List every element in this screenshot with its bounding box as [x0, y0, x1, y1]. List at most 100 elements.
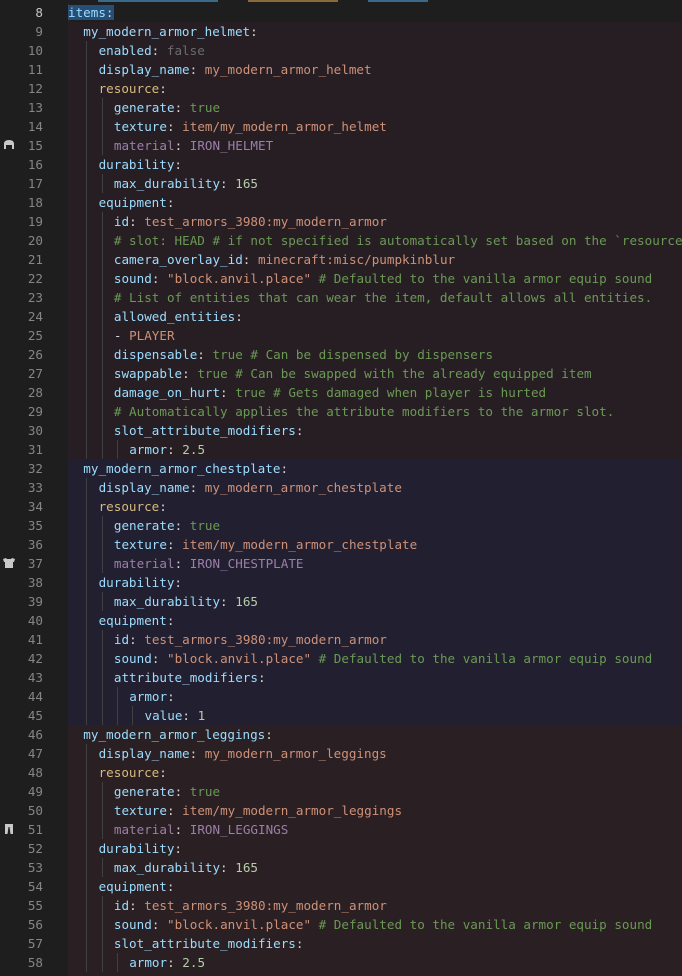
- gutter-line: 24: [0, 307, 68, 326]
- key-colon: :: [250, 24, 258, 39]
- code-line[interactable]: slot_attribute_modifiers:: [68, 421, 682, 440]
- code-line[interactable]: dispensable: true # Can be dispensed by …: [68, 345, 682, 364]
- gutter-line: 45: [0, 706, 68, 725]
- code-line[interactable]: slot_attribute_modifiers:: [68, 934, 682, 953]
- code-line[interactable]: max_durability: 165: [68, 174, 682, 193]
- yaml-key: material: [113, 556, 175, 571]
- code-line[interactable]: material: IRON_LEGGINGS: [68, 820, 682, 839]
- yaml-value: 1: [197, 708, 206, 723]
- line-content: my_modern_armor_helmet:: [83, 22, 257, 41]
- line-content: armor: 2.5: [129, 953, 205, 972]
- code-line[interactable]: items:: [68, 3, 682, 22]
- indent-guide: [86, 288, 88, 307]
- code-line[interactable]: texture: item/my_modern_armor_helmet: [68, 117, 682, 136]
- yaml-key: camera_overlay_id: [113, 252, 243, 267]
- gutter-line: 38: [0, 573, 68, 592]
- line-content: camera_overlay_id: minecraft:misc/pumpki…: [114, 250, 455, 269]
- code-line[interactable]: allowed_entities:: [68, 307, 682, 326]
- indent-guide: [86, 668, 88, 687]
- code-line[interactable]: damage_on_hurt: true # Gets damaged when…: [68, 383, 682, 402]
- code-line[interactable]: generate: true: [68, 782, 682, 801]
- indent-guide: [101, 706, 103, 725]
- code-line[interactable]: material: IRON_HELMET: [68, 136, 682, 155]
- code-line[interactable]: # Automatically applies the attribute mo…: [68, 402, 682, 421]
- code-line[interactable]: id: test_armors_3980:my_modern_armor: [68, 630, 682, 649]
- indent-guide: [86, 117, 88, 136]
- code-line[interactable]: durability:: [68, 573, 682, 592]
- code-line[interactable]: durability:: [68, 839, 682, 858]
- yaml-key: id: [113, 632, 130, 647]
- code-line[interactable]: # slot: HEAD # if not specified is autom…: [68, 231, 682, 250]
- line-number: 10: [27, 43, 43, 58]
- code-line[interactable]: equipment:: [68, 877, 682, 896]
- indent-guide: [101, 136, 103, 155]
- indent-guide: [101, 649, 103, 668]
- code-line[interactable]: equipment:: [68, 193, 682, 212]
- indent-guide: [86, 896, 88, 915]
- inline-comment: # Can be dispensed by dispensers: [242, 347, 494, 362]
- line-number: 19: [27, 214, 43, 229]
- code-line[interactable]: sound: "block.anvil.place" # Defaulted t…: [68, 649, 682, 668]
- yaml-key: resource: [98, 499, 160, 514]
- code-line[interactable]: max_durability: 165: [68, 858, 682, 877]
- code-line[interactable]: texture: item/my_modern_armor_chestplate: [68, 535, 682, 554]
- indent-guide: [101, 421, 103, 440]
- line-content: sound: "block.anvil.place" # Defaulted t…: [114, 649, 652, 668]
- line-content: items:: [68, 3, 114, 22]
- code-line[interactable]: # List of entities that can wear the ite…: [68, 288, 682, 307]
- line-number-gutter: 8 9 10 11 12 13 14 15 16 17 18 19 20 21 22 23 24 25 26 27 28…: [0, 3, 68, 976]
- inline-comment: # Defaulted to the vanilla armor equip s…: [311, 651, 653, 666]
- indent-guide: [86, 953, 88, 972]
- code-line[interactable]: attribute_modifiers:: [68, 668, 682, 687]
- indent-guide: [86, 364, 88, 383]
- code-line[interactable]: - PLAYER: [68, 326, 682, 345]
- indent-guide: [101, 858, 103, 877]
- code-line[interactable]: generate: true: [68, 98, 682, 117]
- indent-guide: [86, 839, 88, 858]
- code-line[interactable]: display_name: my_modern_armor_chestplate: [68, 478, 682, 497]
- code-editor[interactable]: 8 9 10 11 12 13 14 15 16 17 18 19 20 21 22 23 24 25 26 27 28…: [0, 0, 682, 976]
- code-line[interactable]: texture: item/my_modern_armor_leggings: [68, 801, 682, 820]
- code-line[interactable]: enabled: false: [68, 41, 682, 60]
- code-line[interactable]: resource:: [68, 763, 682, 782]
- code-line[interactable]: armor:: [68, 687, 682, 706]
- code-line[interactable]: resource:: [68, 497, 682, 516]
- code-line[interactable]: my_modern_armor_chestplate:: [68, 459, 682, 478]
- code-line[interactable]: sound: "block.anvil.place" # Defaulted t…: [68, 915, 682, 934]
- key-colon: :: [174, 157, 183, 172]
- code-line[interactable]: display_name: my_modern_armor_helmet: [68, 60, 682, 79]
- code-line[interactable]: camera_overlay_id: minecraft:misc/pumpki…: [68, 250, 682, 269]
- key-colon: :: [159, 499, 167, 514]
- code-line[interactable]: swappable: true # Can be swapped with th…: [68, 364, 682, 383]
- key-colon: :: [280, 461, 289, 476]
- code-line[interactable]: max_durability: 165: [68, 592, 682, 611]
- code-line[interactable]: id: test_armors_3980:my_modern_armor: [68, 896, 682, 915]
- yaml-key: swappable: [113, 366, 183, 381]
- code-line[interactable]: durability:: [68, 155, 682, 174]
- code-line[interactable]: armor: 2.5: [68, 440, 682, 459]
- code-line[interactable]: my_modern_armor_helmet:: [68, 22, 682, 41]
- indent-guide: [116, 440, 118, 459]
- code-line[interactable]: resource:: [68, 79, 682, 98]
- key-colon: :: [166, 119, 175, 134]
- indent-guide: [101, 174, 103, 193]
- code-area[interactable]: items: my_modern_armor_helmet: enabled: fa…: [68, 3, 682, 976]
- line-number: 43: [27, 670, 43, 685]
- yaml-key: my_modern_armor_chestplate: [83, 461, 281, 476]
- indent-guide: [101, 801, 103, 820]
- code-line[interactable]: my_modern_armor_leggings:: [68, 725, 682, 744]
- line-content: allowed_entities:: [114, 307, 243, 326]
- code-line[interactable]: value: 1: [68, 706, 682, 725]
- code-line[interactable]: material: IRON_CHESTPLATE: [68, 554, 682, 573]
- code-line[interactable]: display_name: my_modern_armor_leggings: [68, 744, 682, 763]
- code-line[interactable]: armor: 2.5: [68, 953, 682, 972]
- key-colon: :: [197, 347, 205, 362]
- code-line[interactable]: id: test_armors_3980:my_modern_armor: [68, 212, 682, 231]
- yaml-key: texture: [113, 803, 167, 818]
- code-line[interactable]: generate: true: [68, 516, 682, 535]
- code-line[interactable]: sound: "block.anvil.place" # Defaulted t…: [68, 269, 682, 288]
- inline-comment: # Gets damaged when player is hurted: [265, 385, 547, 400]
- indent-guide: [86, 497, 88, 516]
- code-line[interactable]: equipment:: [68, 611, 682, 630]
